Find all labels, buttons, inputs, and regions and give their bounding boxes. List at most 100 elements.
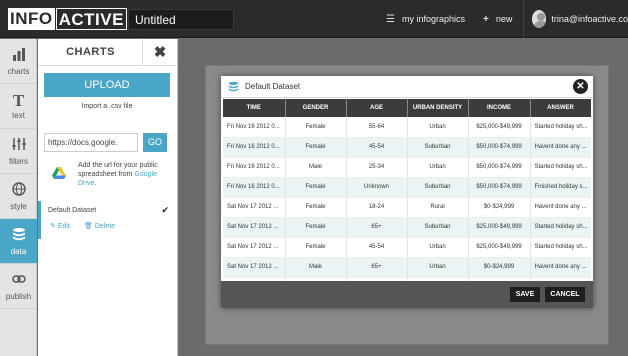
table-cell[interactable]: $50,000-$74,999 [468,137,531,158]
table-cell[interactable]: $50,000-$74,999 [468,157,531,178]
save-button[interactable]: SAVE [510,287,540,302]
close-icon[interactable]: ✕ [573,79,588,94]
go-button[interactable]: GO [143,133,167,152]
table-cell[interactable]: Male [285,257,347,278]
drive-hint-end: . [94,180,97,187]
column-header[interactable]: TIME [223,99,286,117]
tool-filters[interactable]: filters [0,129,37,174]
upload-button[interactable]: UPLOAD [44,73,170,97]
table-cell[interactable]: Fri Nov 16 2012 0... [223,117,286,138]
trash-icon: 🗑 [84,223,93,230]
user-menu[interactable]: trina@infoactive.co [523,0,628,38]
table-cell[interactable]: Sat Nov 17 2012 ... [223,217,286,238]
table-cell[interactable]: 65+ [346,217,408,238]
table-cell[interactable]: 55-64 [346,117,408,138]
table-row[interactable]: Fri Nov 16 2012 0... Female Unknown Suburba… [223,177,591,198]
table-cell[interactable]: Urban [407,237,469,258]
google-drive-hint: Add the url for your public spreadsheet … [78,161,170,188]
tool-style[interactable]: style [0,174,37,219]
table-row[interactable]: Fri Nov 16 2012 0... Male 25-34 Urban $50,00… [223,157,591,178]
data-table: TIME GENDER AGE URBAN DENSITY INCOME ANS… [223,99,591,281]
modal-header: Default Dataset ✕ [221,76,593,98]
column-header[interactable]: AGE [346,99,408,117]
table-cell[interactable]: 18-24 [346,197,408,218]
tool-charts-label: charts [7,66,30,76]
user-email: trina@infoactive.co [551,14,628,24]
new-button[interactable]: + new [483,0,512,38]
data-table-container[interactable]: TIME GENDER AGE URBAN DENSITY INCOME ANS… [223,99,591,281]
table-cell[interactable]: Suburban [407,217,469,238]
tool-charts[interactable]: charts [0,39,37,84]
table-cell[interactable]: Female [285,137,347,158]
close-icon[interactable]: ✖ [142,39,177,66]
table-cell[interactable]: Sat Nov 17 2012 ... [223,237,286,258]
import-csv-text: Import a .csv file [81,103,133,110]
column-header[interactable]: URBAN DENSITY [407,99,469,117]
table-cell[interactable]: $50,000-$74,999 [468,177,531,198]
table-row[interactable]: Sat Nov 17 2012 ... Female 18-24 Rural $0-$2… [223,197,591,218]
cancel-button[interactable]: CANCEL [545,287,585,302]
document-title-input[interactable]: Untitled [128,9,234,30]
dataset-item[interactable]: Default Dataset ✔ ✎ Edit 🗑 Delete [38,201,177,239]
table-cell[interactable]: Havent done any ... [530,137,591,158]
table-cell[interactable]: $0-$24,999 [468,197,531,218]
table-cell[interactable]: Male [285,157,347,178]
table-cell[interactable]: Finished holiday s... [530,177,591,198]
table-row[interactable]: Sat Nov 17 2012 ... Male 65+ Urban $0-$24,99… [223,257,591,278]
table-cell[interactable]: Started holiday sh... [530,237,591,258]
dataset-modal: Default Dataset ✕ TIME GENDER AGE URBAN … [221,76,593,308]
column-header[interactable]: GENDER [285,99,347,117]
table-row[interactable]: Sat Nov 17 2012 ...Female45-54Urban$25,0… [223,237,591,258]
left-toolbar: charts T text filters style data publish [0,39,37,356]
table-cell[interactable]: Started holiday sh... [530,117,591,138]
table-cell[interactable]: Unknown [346,177,408,198]
table-cell[interactable]: $0-$24,999 [468,257,531,278]
table-cell[interactable]: Started holiday sh... [530,157,591,178]
app-logo[interactable]: INFO ACTIVE [8,8,127,30]
table-row[interactable]: Fri Nov 16 2012 0... Female 55-64 Urban $25,… [223,117,591,138]
table-cell[interactable]: Havent done any ... [530,197,591,218]
table-cell[interactable]: $25,000-$49,999 [468,217,531,238]
top-bar: INFO ACTIVE Untitled ☰ my infographics +… [0,0,628,38]
spreadsheet-url-input[interactable]: https://docs.google. [44,133,138,152]
table-cell[interactable]: Sat Nov 17 2012 ... [223,257,286,278]
table-cell[interactable]: Urban [407,257,469,278]
edit-label: Edit [57,223,70,230]
table-cell[interactable]: Female [285,117,347,138]
table-cell[interactable]: Suburban [407,137,469,158]
table-cell[interactable]: 25-34 [346,157,408,178]
table-cell[interactable]: Havent done any ... [530,257,591,278]
table-cell[interactable]: Female [285,177,347,198]
tool-data[interactable]: data [0,219,37,264]
table-row[interactable]: Fri Nov 16 2012 0... Female 45-54 Suburban $… [223,137,591,158]
table-row[interactable]: Sat Nov 17 2012 ... Female 65+ Suburban $25,… [223,217,591,238]
table-cell[interactable]: Started holiday sh... [530,217,591,238]
table-cell[interactable]: 45-54 [346,237,408,258]
edit-dataset-link[interactable]: ✎ Edit [50,222,70,230]
table-cell[interactable]: 45-54 [346,137,408,158]
check-icon: ✔ [161,205,169,215]
table-cell[interactable]: $25,000-$49,999 [468,237,531,258]
delete-dataset-link[interactable]: 🗑 Delete [84,222,115,230]
table-cell[interactable]: Urban [407,117,469,138]
table-cell[interactable]: Urban [407,157,469,178]
table-cell[interactable]: Female [285,217,347,238]
tool-text[interactable]: T text [0,84,37,129]
table-cell[interactable]: Fri Nov 16 2012 0... [223,157,286,178]
table-cell[interactable]: Female [285,237,347,258]
tool-publish[interactable]: publish [0,264,37,309]
column-header[interactable]: INCOME [468,99,531,117]
my-infographics-link[interactable]: ☰ my infographics [386,0,465,38]
tool-data-label: data [10,246,27,256]
column-header[interactable]: ANSWER [530,99,591,117]
table-cell[interactable]: Sat Nov 17 2012 ... [223,197,286,218]
database-icon [228,81,239,92]
table-cell[interactable]: 65+ [346,257,408,278]
table-cell[interactable]: Suburban [407,177,469,198]
table-cell[interactable]: $25,000-$49,999 [468,117,531,138]
new-label: new [495,14,513,24]
table-cell[interactable]: Fri Nov 16 2012 0... [223,137,286,158]
table-cell[interactable]: Fri Nov 16 2012 0... [223,177,286,198]
table-cell[interactable]: Female [285,197,347,218]
table-cell[interactable]: Rural [407,197,469,218]
